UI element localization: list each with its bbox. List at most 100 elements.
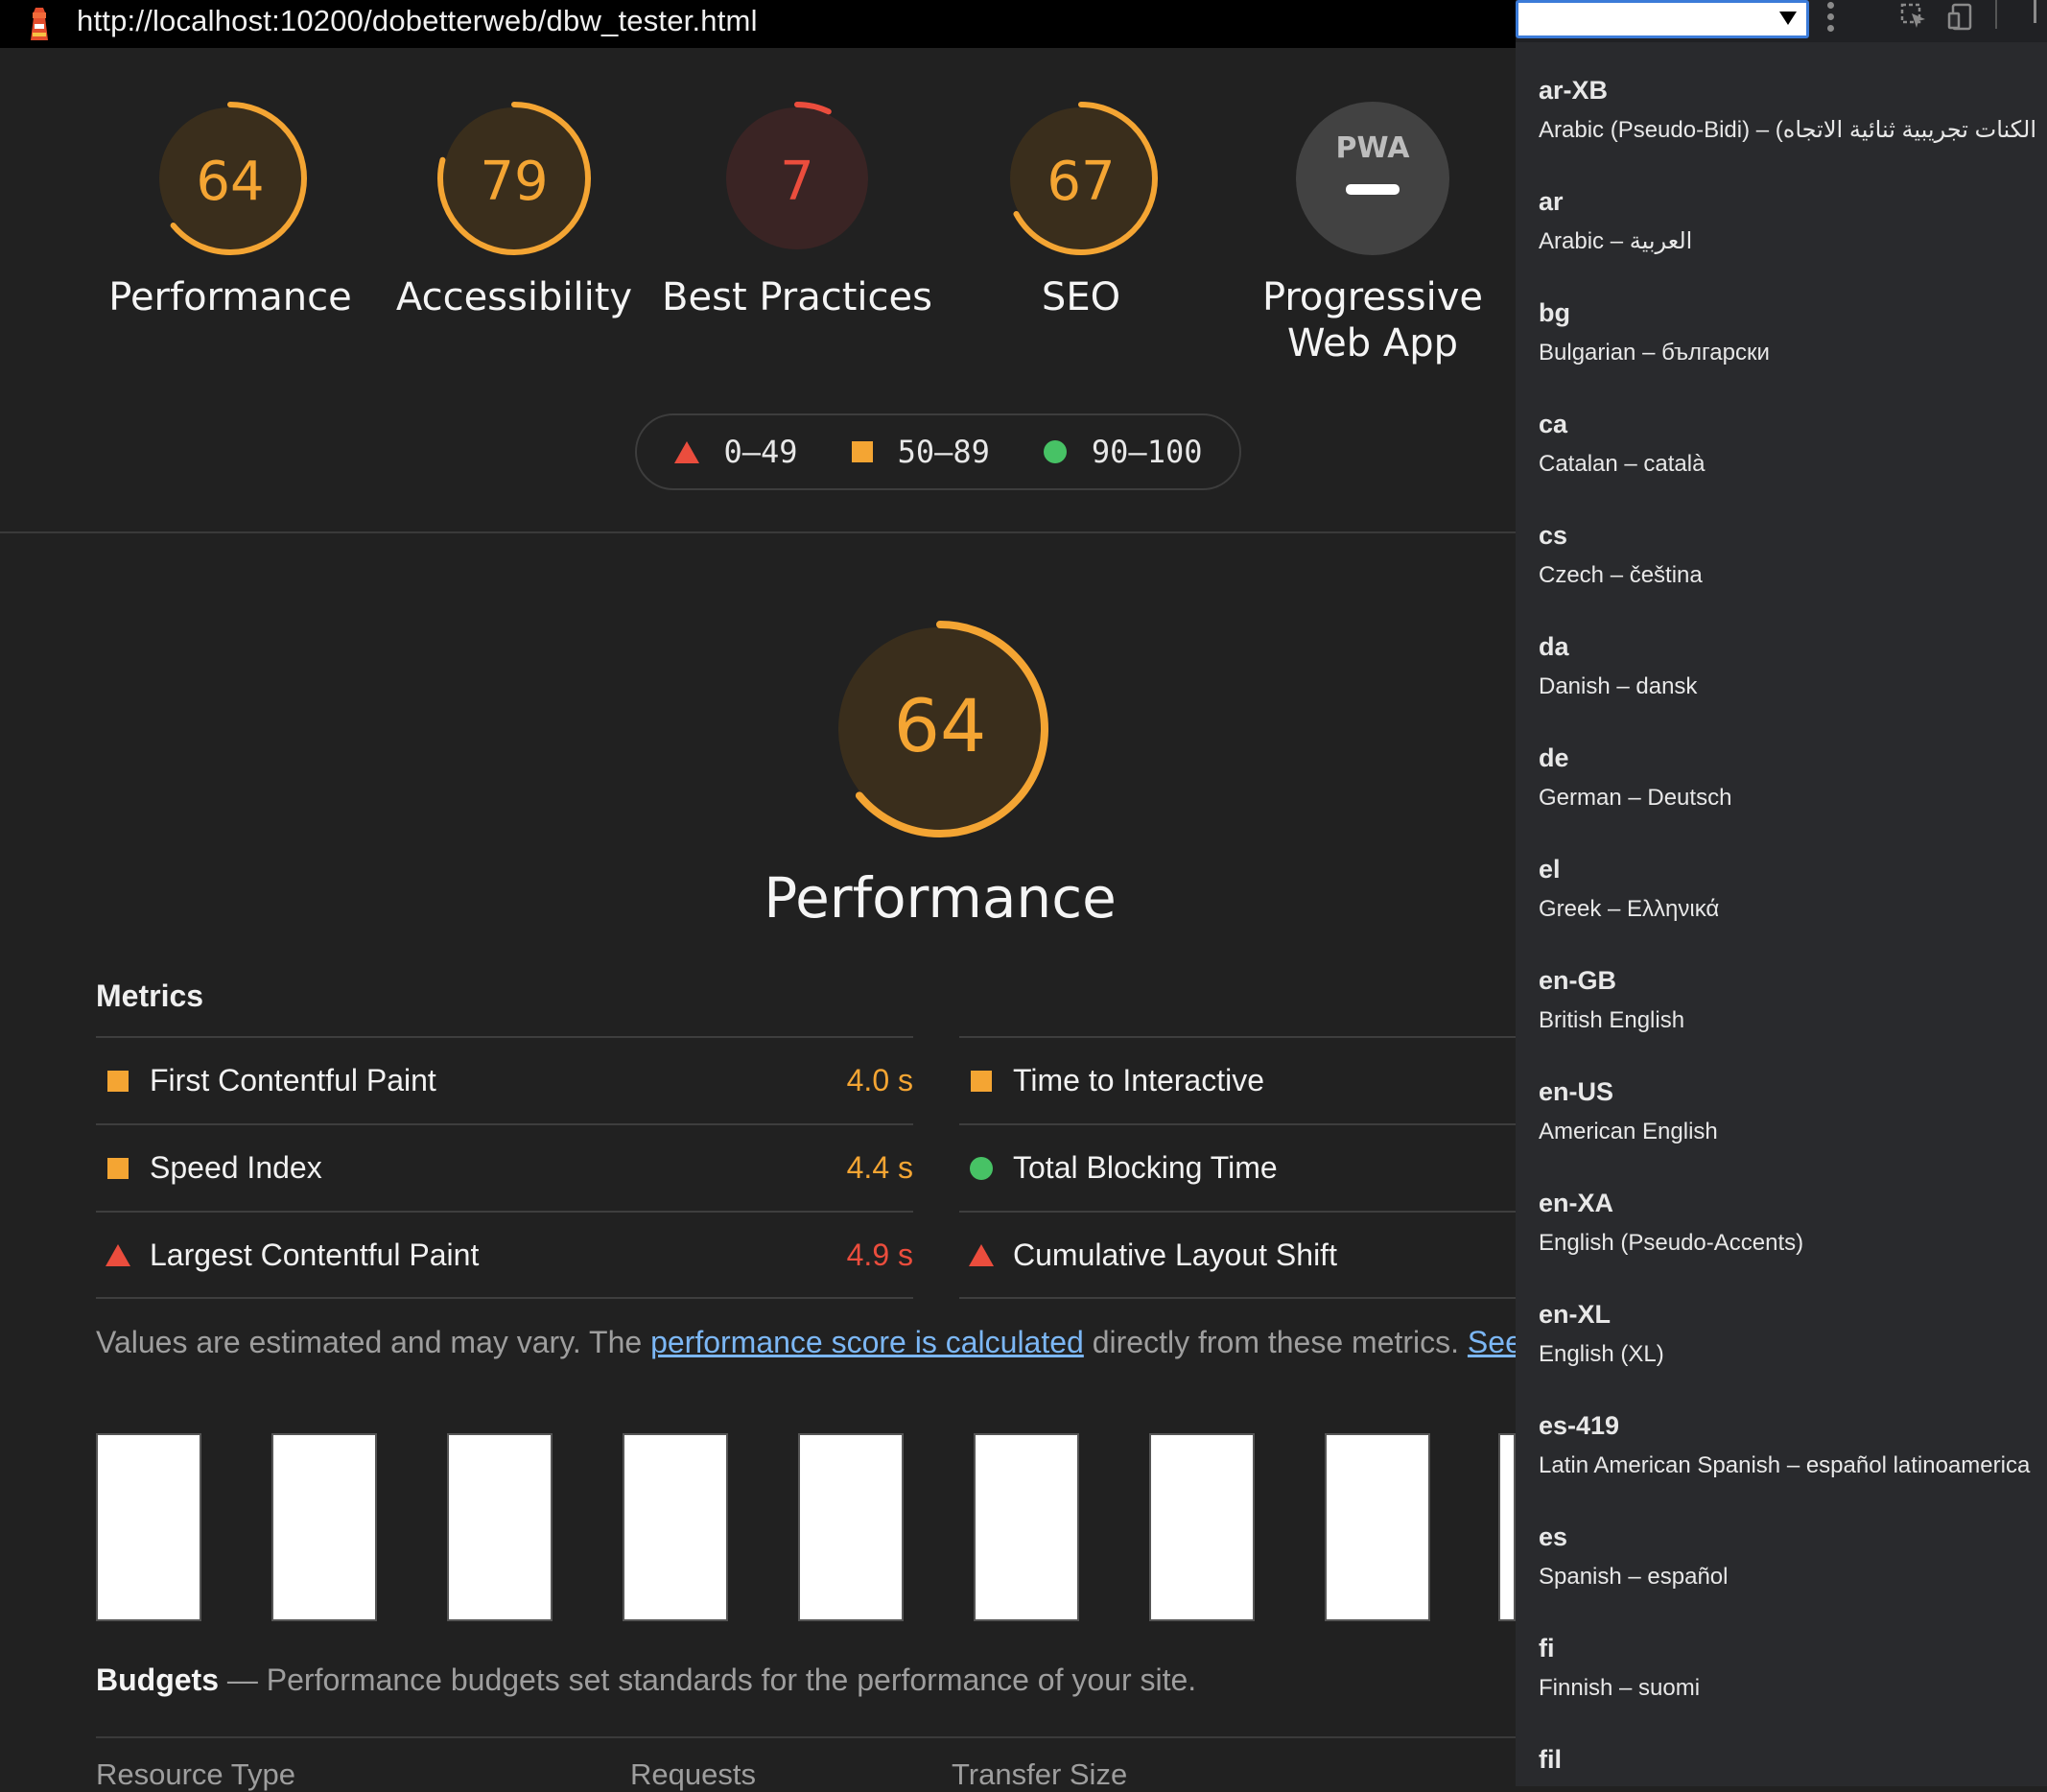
pwa-badge-text: PWA [1336,131,1411,165]
more-options-icon[interactable] [1827,2,1835,36]
locale-option[interactable]: en-XL English (XL) [1539,1293,2036,1404]
metric-value: 4.0 s [846,1063,913,1097]
locale-name: Czech – čeština [1539,562,1703,588]
metric-value: 4.4 s [846,1150,913,1185]
filmstrip-frame [447,1433,553,1621]
locale-option[interactable]: ar-XB Arabic (Pseudo-Bidi) – (الكنات تجري… [1539,69,2036,180]
metric-value: 4.9 s [846,1237,913,1272]
score-gauge: 79 [437,102,591,255]
triangle-icon [106,1243,130,1266]
gauge-label: Best Practices [662,275,932,319]
metric-name: First Contentful Paint [150,1063,436,1097]
inspect-element-icon[interactable] [1899,2,1928,31]
gauge-accessibility[interactable]: 79 Accessibility [370,100,658,320]
gauge-seo[interactable]: 67 SEO [937,100,1225,320]
note-text: directly from these metrics. [1083,1325,1468,1359]
locale-option[interactable]: bg Bulgarian – български [1539,292,2036,403]
locale-name: Greek – Ελληνικά [1539,896,1720,922]
metric-name: Speed Index [150,1150,322,1185]
locale-option[interactable]: ar Arabic – العربية [1539,180,2036,292]
metric-largest-contentful-paint[interactable]: Largest Contentful Paint 4.9 s [96,1211,913,1299]
locale-option[interactable]: en-XA English (Pseudo-Accents) [1539,1182,2036,1293]
triangle-icon [969,1243,994,1266]
locale-option[interactable]: es-419 Latin American Spanish – español l… [1539,1404,2036,1516]
locale-dropdown-panel: ar-XB Arabic (Pseudo-Bidi) – (الكنات تجري… [1516,0,2047,1786]
metric-total-blocking-time[interactable]: Total Blocking Time [959,1123,1516,1211]
locale-name: Finnish – suomi [1539,1675,1701,1701]
toolbar-tab-edge [2034,0,2036,23]
locale-option[interactable]: cs Czech – čeština [1539,514,2036,625]
locale-code: es [1539,1522,1568,1551]
performance-title: Performance [764,865,1117,931]
locale-code: ar-XB [1539,76,1609,105]
locale-option[interactable]: fi Finnish – suomi [1539,1627,2036,1738]
locale-name: Catalan – català [1539,451,1706,477]
locale-code: fil [1539,1745,1562,1774]
budgets-description: — Performance budgets set standards for … [219,1662,1197,1697]
locale-option[interactable]: es Spanish – español [1539,1516,2036,1627]
metric-first-contentful-paint[interactable]: First Contentful Paint 4.0 s [96,1036,913,1123]
score-gauge: 67 [1004,102,1158,255]
square-icon [107,1070,129,1092]
filmstrip-frame [974,1433,1079,1621]
locale-name: Arabic (Pseudo-Bidi) – (الكنات تجريبية ث… [1539,117,2037,143]
locale-name: British English [1539,1007,1685,1033]
note-text: Values are estimated and may vary. The [96,1325,651,1359]
square-icon [851,441,873,462]
locale-option[interactable]: de German – Deutsch [1539,737,2036,848]
metrics-right-column: Time to Interactive Total Blocking Time … [959,1036,1516,1299]
triangle-icon [673,440,699,463]
metric-speed-index[interactable]: Speed Index 4.4 s [96,1123,913,1211]
locale-select[interactable] [1516,0,1809,38]
gauge-score: 79 [480,151,548,213]
locale-option[interactable]: da Danish – dansk [1539,625,2036,737]
score-scale-legend: 0–49 50–89 90–100 [635,413,1241,490]
budgets-divider [96,1736,1516,1738]
metric-name: Cumulative Layout Shift [1013,1237,1337,1272]
square-icon [971,1070,992,1092]
legend-item-pass: 90–100 [1043,434,1202,470]
locale-option[interactable]: el Greek – Ελληνικά [1539,848,2036,959]
performance-score: 64 [894,683,987,768]
gauge-score: 64 [196,151,264,213]
locale-code: da [1539,632,1569,661]
locale-code: en-GB [1539,966,1616,995]
see-link[interactable]: See [1468,1325,1522,1359]
locale-name: American English [1539,1119,1718,1144]
locale-option[interactable]: en-US American English [1539,1071,2036,1182]
locale-option[interactable]: fil [1539,1738,2036,1786]
legend-item-average: 50–89 [851,434,990,470]
metrics-heading: Metrics [96,979,204,1013]
filmstrip-frame [1325,1433,1430,1621]
metric-time-to-interactive[interactable]: Time to Interactive [959,1036,1516,1123]
gauge-performance[interactable]: 64 Performance [86,100,374,320]
locale-code: ar [1539,187,1564,216]
circle-icon [1043,440,1067,463]
square-icon [107,1157,129,1179]
gauge-label: Web App [1286,321,1459,365]
score-calculator-link[interactable]: performance score is calculated [650,1325,1084,1359]
filmstrip-frame [271,1433,377,1621]
gauge-best-practices[interactable]: 7 Best Practices [653,100,941,320]
budgets-title: Budgets [96,1662,219,1697]
locale-name: German – Deutsch [1539,785,1732,811]
locale-code: ca [1539,410,1568,438]
locale-option[interactable]: en-GB British English [1539,959,2036,1071]
locale-code: el [1539,855,1561,884]
locale-code: en-XA [1539,1189,1614,1217]
section-divider [0,531,1516,533]
gauge-pwa[interactable]: PWA Progressive Web App [1229,100,1517,366]
metric-cumulative-layout-shift[interactable]: Cumulative Layout Shift [959,1211,1516,1299]
metrics-left-column: First Contentful Paint 4.0 s Speed Index… [96,1036,913,1299]
gauge-label: Progressive [1261,275,1484,319]
toolbar-separator [1995,0,1997,29]
locale-name: Spanish – español [1539,1564,1729,1590]
pwa-badge-icon: PWA [1296,102,1449,255]
locale-code: es-419 [1539,1411,1620,1440]
column-header-resource-type: Resource Type [96,1757,295,1791]
locale-code: bg [1539,298,1570,327]
device-toolbar-icon[interactable] [1947,2,1976,31]
locale-option[interactable]: ca Catalan – català [1539,403,2036,514]
page-url[interactable]: http://localhost:10200/dobetterweb/dbw_t… [77,4,758,38]
filmstrip-frame [623,1433,728,1621]
